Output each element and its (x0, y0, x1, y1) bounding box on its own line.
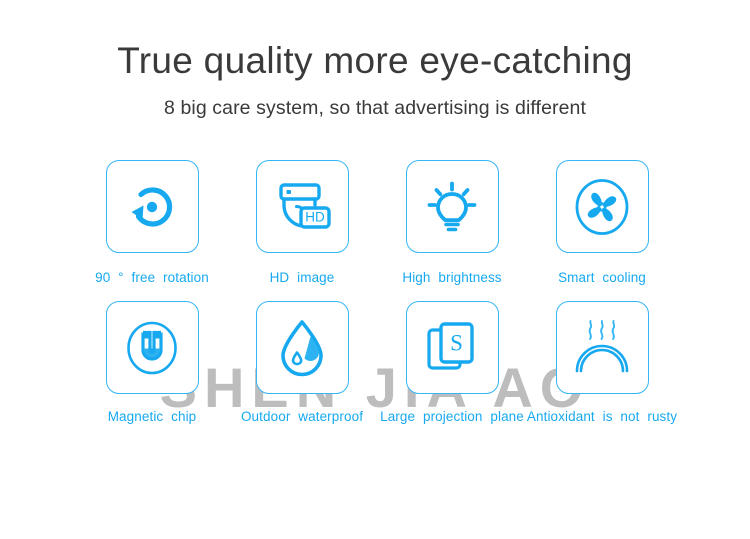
feature-item-magnetic[interactable]: Magnetic chip (77, 301, 227, 424)
feature-label: Magnetic chip (107, 409, 197, 424)
magnet-icon (127, 321, 177, 374)
lightbulb-icon (427, 181, 477, 231)
feature-icon-card (105, 301, 199, 394)
feature-grid: 90 ° free rotation HD HD image High brig… (0, 160, 750, 424)
feature-label: Outdoor waterproof (240, 409, 364, 424)
feature-item-rotation[interactable]: 90 ° free rotation (77, 160, 227, 285)
feature-label: 90 ° free rotation (95, 270, 209, 285)
feature-row-2: Magnetic chip Outdoor waterproof S Large… (4, 301, 750, 424)
feature-icon-card: S (405, 301, 499, 394)
feature-item-cooling[interactable]: Smart cooling (527, 160, 677, 285)
fan-icon (575, 178, 629, 235)
feature-row-1: 90 ° free rotation HD HD image High brig… (4, 160, 750, 285)
feature-item-brightness[interactable]: High brightness (377, 160, 527, 285)
hd-camera-icon: HD (279, 182, 331, 229)
water-drop-icon (281, 319, 323, 376)
feature-label: HD image (269, 270, 335, 285)
feature-icon-card (105, 160, 199, 253)
page-subtitle: 8 big care system, so that advertising i… (163, 96, 587, 119)
feature-icon-card (255, 301, 349, 394)
feature-icon-card (555, 160, 649, 253)
page-title: True quality more eye-catching (117, 40, 633, 81)
feature-label: Antioxidant is not rusty (526, 409, 678, 424)
rotation-icon (131, 186, 173, 227)
feature-icon-card (555, 301, 649, 394)
feature-label: Large projection plane (380, 409, 524, 424)
feature-label: Smart cooling (558, 270, 646, 285)
feature-label: High brightness (402, 270, 502, 285)
feature-item-hd-image[interactable]: HD HD image (227, 160, 377, 285)
feature-icon-card (405, 160, 499, 253)
feature-item-waterproof[interactable]: Outdoor waterproof (227, 301, 377, 424)
projection-badge-text: S (450, 330, 463, 355)
feature-item-antioxidant[interactable]: Antioxidant is not rusty (527, 301, 677, 424)
heat-dome-icon (575, 319, 629, 372)
heading-block: True quality more eye-catching 8 big car… (0, 0, 750, 120)
feature-icon-card: HD (255, 160, 349, 253)
feature-item-projection[interactable]: S Large projection plane (377, 301, 527, 424)
layers-icon: S (427, 321, 474, 370)
hd-badge-text: HD (305, 209, 325, 224)
feature-banner: True quality more eye-catching 8 big car… (0, 0, 750, 539)
